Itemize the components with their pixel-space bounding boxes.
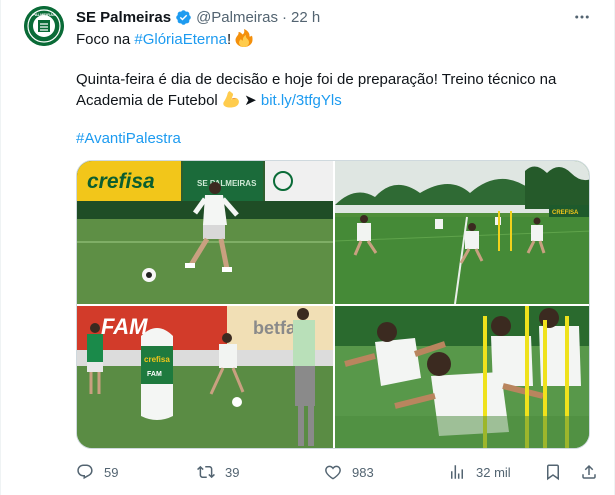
arrow-glyph: ➤ bbox=[244, 92, 257, 109]
flexed-biceps-icon bbox=[223, 91, 239, 108]
more-options-button[interactable] bbox=[571, 6, 593, 28]
tweet-line-2: Quinta-feira é dia de decisão e hoje foi… bbox=[76, 71, 557, 88]
tweet-line-3: Academia de Futebol ➤ bit.ly/3tfgYls bbox=[76, 90, 596, 111]
fam-board-text: FAM bbox=[101, 314, 148, 339]
player-with-dummy-icon: FAM betfa crefisa FAM bbox=[77, 306, 333, 448]
team-training-field-icon: CREFISA bbox=[335, 161, 589, 304]
photo-3[interactable]: FAM betfa crefisa FAM bbox=[77, 306, 333, 448]
separator-dot: · bbox=[281, 8, 287, 26]
media-grid: crefisa SE PALMEIRAS CREFISA FAM betfa c… bbox=[76, 160, 590, 449]
fire-icon bbox=[235, 29, 253, 47]
tweet-text-suffix: ! bbox=[226, 31, 232, 48]
tweet-line-1: Foco na #GlóriaEterna! bbox=[76, 29, 596, 50]
action-bar: 59 39 983 32 mil bbox=[76, 461, 596, 483]
crefisa-board-text: crefisa bbox=[87, 170, 155, 193]
verified-badge-icon bbox=[176, 9, 191, 25]
dummy-fam-text: FAM bbox=[147, 371, 162, 378]
author-handle[interactable]: @Palmeiras bbox=[196, 9, 278, 26]
share-icon bbox=[582, 464, 596, 479]
reply-icon bbox=[77, 464, 93, 480]
avatar-text: PALMEIRAS bbox=[32, 12, 56, 17]
like-count: 983 bbox=[352, 464, 374, 480]
hashtag-gloria-eterna[interactable]: #GlóriaEterna bbox=[134, 31, 227, 48]
like-button[interactable]: 983 bbox=[324, 461, 374, 483]
reply-button[interactable]: 59 bbox=[76, 461, 118, 483]
bookmark-button[interactable] bbox=[544, 461, 562, 483]
hashtag-avanti-palestra[interactable]: #AvantiPalestra bbox=[76, 130, 181, 147]
timestamp[interactable]: 22 h bbox=[291, 9, 320, 26]
external-link[interactable]: bit.ly/3tfgYls bbox=[261, 92, 342, 109]
dummy-crefisa-text: crefisa bbox=[144, 355, 170, 364]
photo-2[interactable]: CREFISA bbox=[335, 161, 589, 304]
views-button[interactable]: 32 mil bbox=[448, 461, 511, 483]
photo-1[interactable]: crefisa SE PALMEIRAS bbox=[77, 161, 333, 304]
repost-count: 39 bbox=[225, 464, 240, 480]
more-dots-icon bbox=[575, 15, 589, 19]
reply-count: 59 bbox=[104, 464, 119, 480]
author-name[interactable]: SE Palmeiras bbox=[76, 9, 171, 26]
photo-4[interactable] bbox=[335, 306, 589, 448]
bookmark-icon bbox=[547, 464, 559, 481]
tweet-line-3-text: Academia de Futebol bbox=[76, 92, 218, 109]
repost-icon bbox=[197, 465, 215, 479]
heart-icon bbox=[325, 465, 341, 480]
views-count: 32 mil bbox=[476, 464, 511, 480]
avatar[interactable]: PALMEIRAS bbox=[24, 6, 64, 46]
share-button[interactable] bbox=[580, 461, 598, 483]
frame-left-border bbox=[0, 0, 1, 495]
crefisa-board-text-2: CREFISA bbox=[552, 210, 579, 216]
palmeiras-crest-icon: PALMEIRAS bbox=[24, 6, 64, 46]
players-sprinting-icon bbox=[335, 306, 589, 448]
tweet-text-prefix: Foco na bbox=[76, 31, 135, 48]
betfair-board-text: betfa bbox=[253, 318, 297, 338]
tweet-line-4: #AvantiPalestra bbox=[76, 129, 596, 149]
repost-button[interactable]: 39 bbox=[197, 461, 239, 483]
player-kicking-ball-icon: crefisa SE PALMEIRAS bbox=[77, 161, 333, 304]
tweet-header: SE Palmeiras @Palmeiras · 22 h bbox=[76, 8, 320, 26]
views-chart-icon bbox=[451, 465, 463, 479]
palmeiras-board-text: SE PALMEIRAS bbox=[197, 179, 257, 188]
